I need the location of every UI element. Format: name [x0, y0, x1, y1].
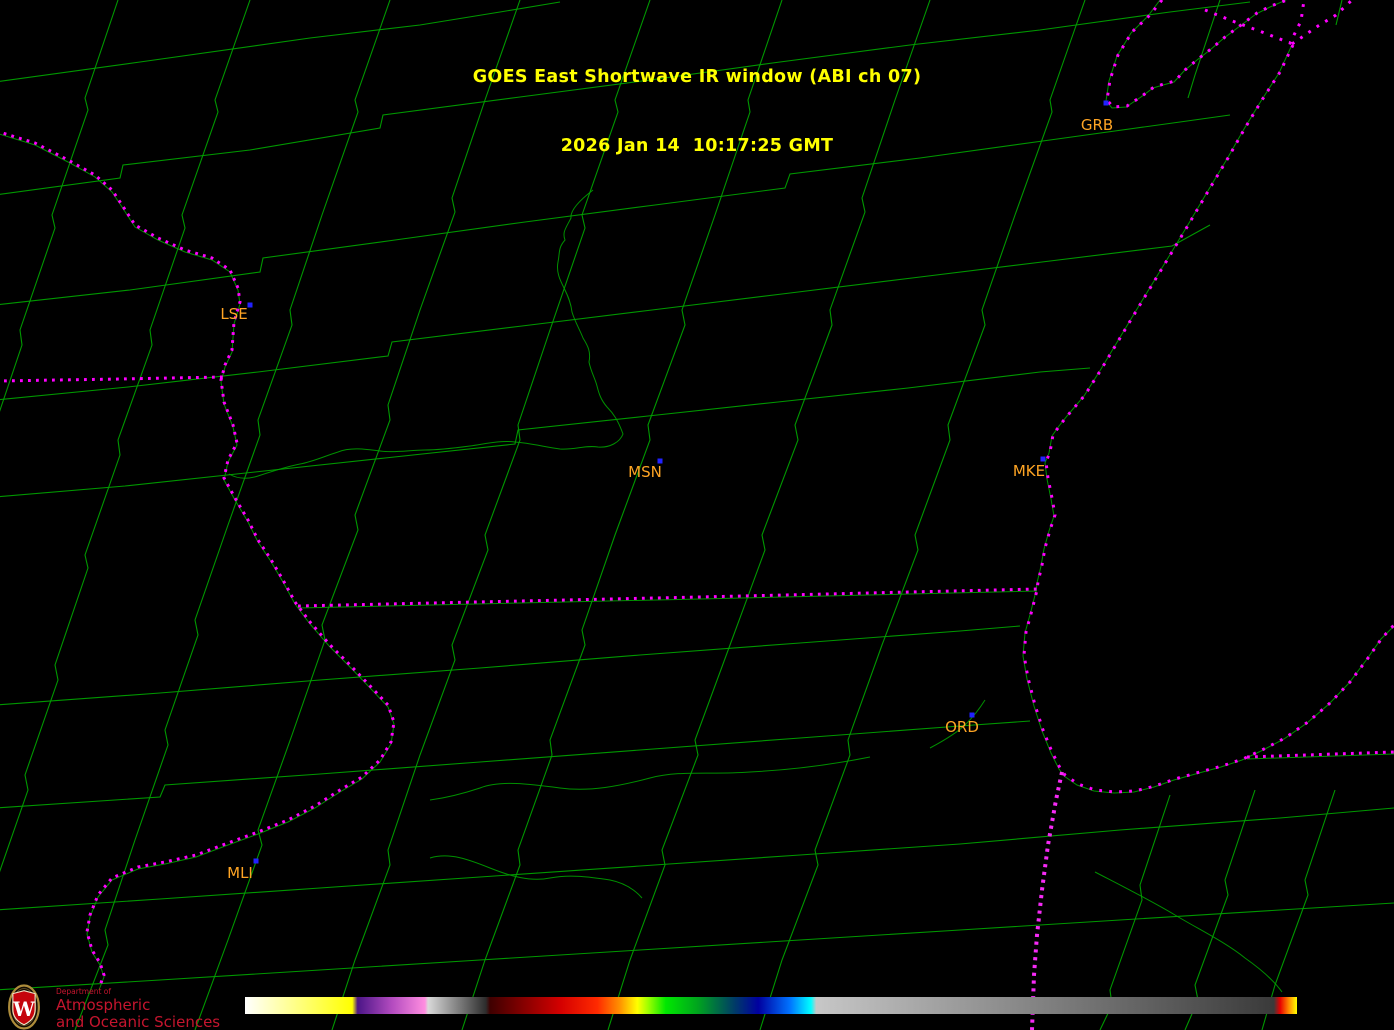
logo-text: Department of Atmospheric and Oceanic Sc…: [56, 984, 220, 1030]
station-label-mke: MKE: [1013, 462, 1045, 480]
wi-il-border: [298, 589, 1037, 606]
logo-line-1: Atmospheric: [56, 998, 220, 1013]
il-in-border: [1032, 772, 1062, 1030]
uw-aos-logo: W Department of Atmospheric and Oceanic …: [2, 984, 220, 1030]
station-label-msn: MSN: [628, 463, 662, 481]
station-dot-lse: [248, 303, 253, 308]
title-line-1: GOES East Shortwave IR window (ABI ch 07…: [0, 66, 1394, 89]
station-label-ord: ORD: [945, 718, 979, 736]
title-line-2: 2026 Jan 14 10:17:25 GMT: [0, 135, 1394, 158]
svg-text:W: W: [12, 998, 35, 1021]
station-dot-mke: [1041, 457, 1046, 462]
mississippi-river-border: [0, 131, 394, 988]
station-label-mli: MLI: [227, 864, 253, 882]
station-label-lse: LSE: [220, 305, 247, 323]
station-label-grb: GRB: [1081, 116, 1113, 134]
colorbar: [245, 997, 1297, 1014]
image-title: GOES East Shortwave IR window (ABI ch 07…: [0, 20, 1394, 204]
logo-line-2: and Oceanic Sciences: [56, 1015, 220, 1030]
station-dot-mli: [254, 859, 259, 864]
uw-crest-icon: W: [2, 984, 46, 1030]
station-dot-grb: [1104, 101, 1109, 106]
satellite-viewer: GOES East Shortwave IR window (ABI ch 07…: [0, 0, 1394, 1030]
station-dot-ord: [970, 713, 975, 718]
logo-dept-label: Department of: [56, 988, 220, 996]
